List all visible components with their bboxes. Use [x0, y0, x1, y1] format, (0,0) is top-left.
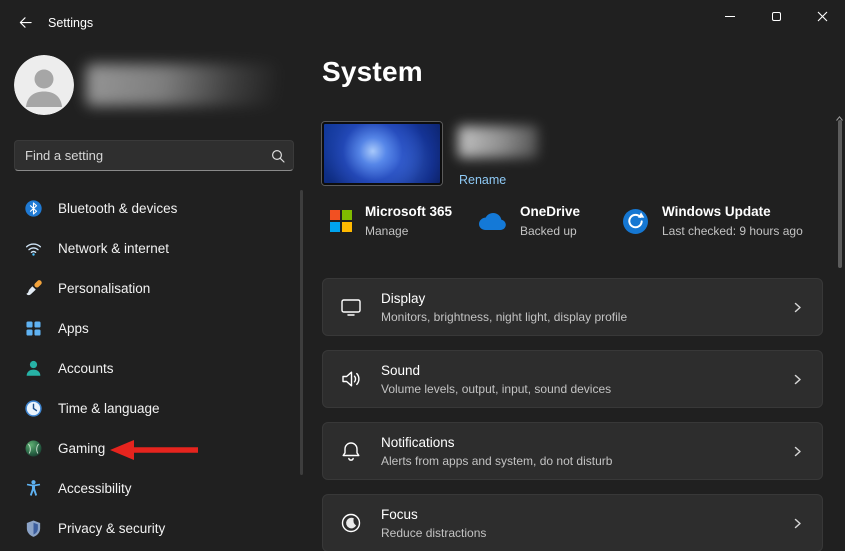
display-icon	[339, 295, 363, 319]
annotation-arrow	[106, 437, 202, 463]
quick-link-title: Windows Update	[662, 204, 803, 219]
settings-card-display[interactable]: Display Monitors, brightness, night ligh…	[322, 278, 823, 336]
page-title: System	[322, 56, 423, 88]
rename-link[interactable]: Rename	[459, 173, 506, 187]
sidebar-item-accessibility[interactable]: Accessibility	[8, 470, 296, 506]
quick-link-onedrive[interactable]: OneDrive Backed up	[477, 204, 580, 238]
quick-link-subtitle: Last checked: 9 hours ago	[662, 224, 803, 238]
quick-link-windows-update[interactable]: Windows Update Last checked: 9 hours ago	[622, 204, 803, 238]
back-button[interactable]	[10, 8, 40, 36]
card-subtitle: Volume levels, output, input, sound devi…	[381, 382, 791, 396]
user-name-redacted	[86, 64, 278, 106]
app-title: Settings	[48, 16, 93, 30]
sidebar-item-privacy-security[interactable]: Privacy & security	[8, 510, 296, 546]
sidebar-item-time-language[interactable]: Time & language	[8, 390, 296, 426]
wifi-icon	[23, 238, 43, 258]
quick-link-microsoft-365[interactable]: Microsoft 365 Manage	[330, 204, 452, 238]
maximize-button[interactable]	[753, 0, 799, 32]
apps-grid-icon	[23, 318, 43, 338]
sidebar-item-label: Bluetooth & devices	[58, 201, 177, 216]
person-icon	[23, 358, 43, 378]
avatar[interactable]	[14, 55, 74, 115]
microsoft-365-icon	[330, 210, 352, 232]
search-input[interactable]	[15, 141, 263, 170]
card-title: Sound	[381, 363, 791, 378]
chevron-right-icon	[791, 517, 804, 530]
windows-update-icon	[622, 208, 649, 235]
card-subtitle: Reduce distractions	[381, 526, 791, 540]
settings-card-focus[interactable]: Focus Reduce distractions	[322, 494, 823, 551]
chevron-right-icon	[791, 445, 804, 458]
card-subtitle: Monitors, brightness, night light, displ…	[381, 310, 791, 324]
xbox-sphere-icon	[23, 438, 43, 458]
settings-window: Settings Bluetooth & devices	[0, 0, 845, 551]
sidebar-item-bluetooth-devices[interactable]: Bluetooth & devices	[8, 190, 296, 226]
sidebar-item-label: Gaming	[58, 441, 105, 456]
card-title: Notifications	[381, 435, 791, 450]
chevron-right-icon	[791, 301, 804, 314]
sidebar-item-apps[interactable]: Apps	[8, 310, 296, 346]
paintbrush-icon	[23, 278, 43, 298]
onedrive-cloud-icon	[477, 212, 507, 231]
sidebar-nav: Bluetooth & devices Network & internet P…	[8, 190, 296, 550]
bluetooth-icon	[23, 198, 43, 218]
sidebar-item-accounts[interactable]: Accounts	[8, 350, 296, 386]
sidebar-item-label: Network & internet	[58, 241, 169, 256]
minimize-button[interactable]	[707, 0, 753, 32]
avatar-person-icon	[14, 55, 74, 115]
search-box[interactable]	[14, 140, 294, 171]
accessibility-figure-icon	[23, 478, 43, 498]
minimize-icon	[725, 16, 735, 17]
sidebar-item-label: Accessibility	[58, 481, 132, 496]
window-controls	[707, 0, 845, 32]
sidebar-item-label: Apps	[58, 321, 89, 336]
sidebar-scrollbar[interactable]	[300, 190, 303, 475]
speaker-icon	[339, 367, 363, 391]
quick-link-title: OneDrive	[520, 204, 580, 219]
quick-link-title: Microsoft 365	[365, 204, 452, 219]
close-icon	[817, 11, 828, 22]
focus-crescent-icon	[339, 511, 363, 535]
chevron-right-icon	[791, 373, 804, 386]
search-icon[interactable]	[263, 149, 293, 163]
sidebar-item-label: Time & language	[58, 401, 160, 416]
close-button[interactable]	[799, 0, 845, 32]
settings-card-notifications[interactable]: Notifications Alerts from apps and syste…	[322, 422, 823, 480]
card-subtitle: Alerts from apps and system, do not dist…	[381, 454, 791, 468]
desktop-preview-thumbnail	[322, 122, 442, 185]
quick-link-subtitle: Backed up	[520, 224, 580, 238]
settings-card-sound[interactable]: Sound Volume levels, output, input, soun…	[322, 350, 823, 408]
back-arrow-icon	[18, 15, 33, 30]
clock-icon	[23, 398, 43, 418]
sidebar-item-label: Accounts	[58, 361, 114, 376]
main-scrollbar[interactable]	[838, 120, 842, 268]
bell-icon	[339, 439, 363, 463]
sidebar-item-label: Privacy & security	[58, 521, 165, 536]
quick-link-subtitle[interactable]: Manage	[365, 224, 452, 238]
card-title: Display	[381, 291, 791, 306]
maximize-icon	[772, 12, 781, 21]
sidebar-item-personalisation[interactable]: Personalisation	[8, 270, 296, 306]
device-name-redacted	[458, 126, 538, 158]
sidebar-item-label: Personalisation	[58, 281, 150, 296]
card-title: Focus	[381, 507, 791, 522]
shield-icon	[23, 518, 43, 538]
sidebar-item-network-internet[interactable]: Network & internet	[8, 230, 296, 266]
